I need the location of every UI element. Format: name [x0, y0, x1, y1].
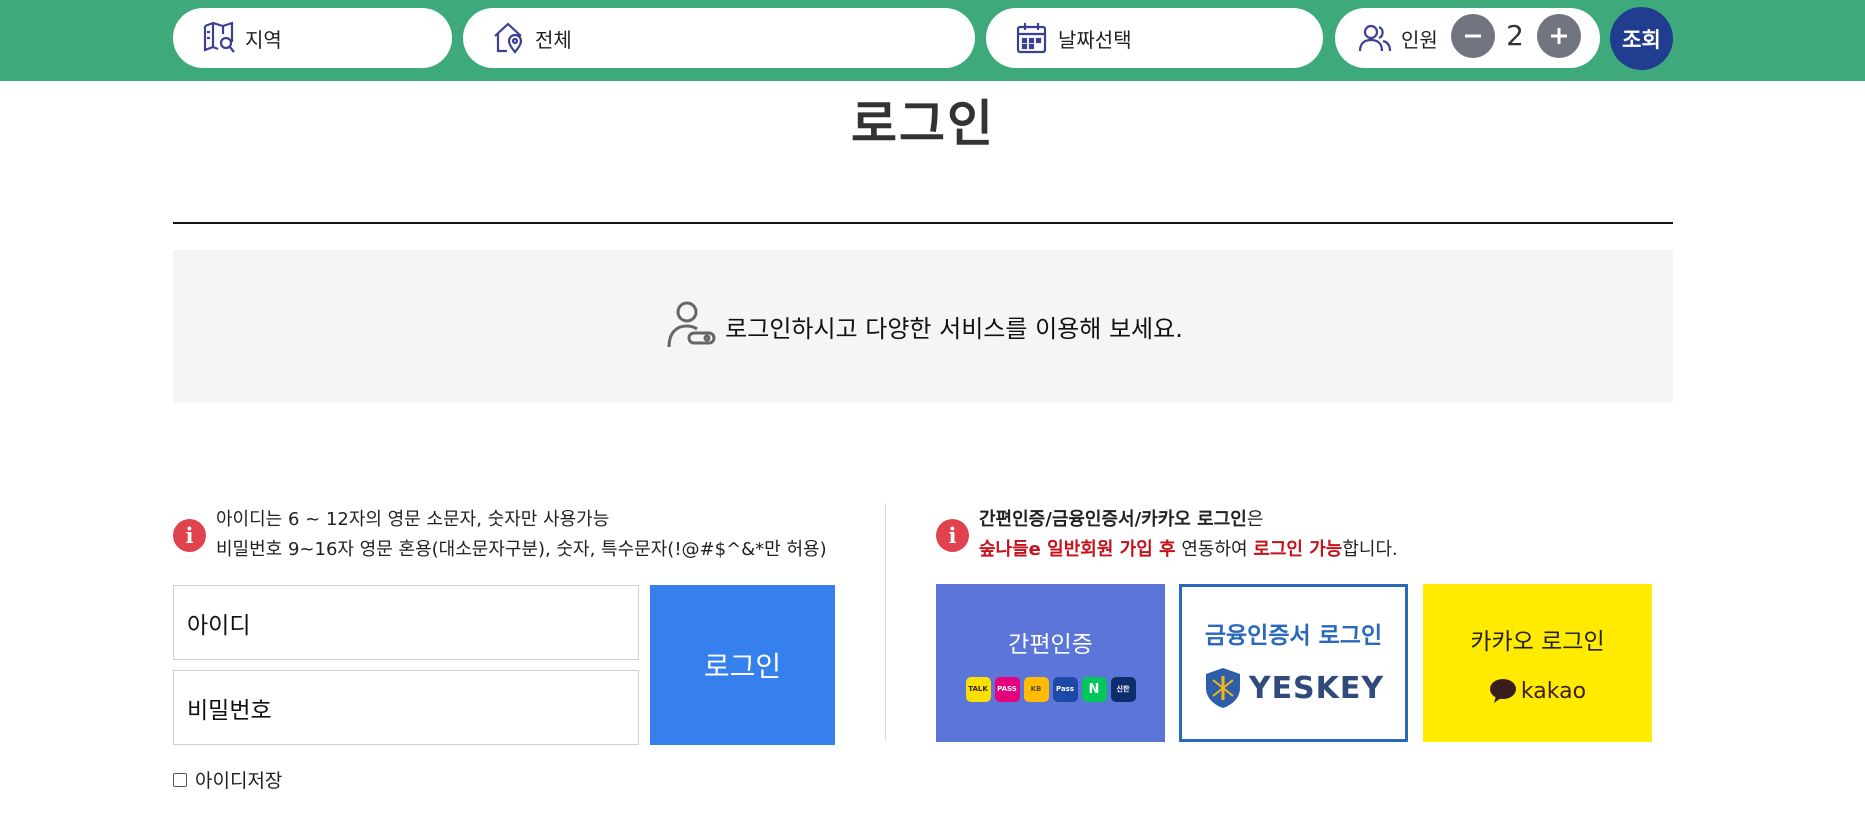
shinhan-logo-icon: 신한 — [1110, 676, 1136, 702]
decrease-people-button[interactable] — [1451, 14, 1495, 58]
search-bar: 지역 전체 날짜선택 인원 2 조회 — [0, 0, 1865, 81]
id-rules-notice: i 아이디는 6 ~ 12자의 영문 소문자, 숫자만 사용가능 비밀번호 9~… — [173, 505, 827, 565]
simple-auth-button[interactable]: 간편인증 TALK PASS KB Pass N 신한 — [936, 584, 1165, 742]
search-button[interactable]: 조회 — [1610, 7, 1673, 70]
alt-notice-login: 로그인 가능 — [1253, 539, 1343, 560]
kakao-login-label: 카카오 로그인 — [1470, 629, 1605, 655]
column-divider — [885, 503, 886, 741]
info-icon: i — [173, 519, 206, 552]
yeskey-shield-icon — [1205, 668, 1240, 708]
people-icon — [1355, 18, 1395, 58]
type-selector[interactable]: 전체 — [463, 8, 975, 68]
save-id-checkbox[interactable]: 아이디저장 — [173, 766, 282, 793]
alt-login-notice: i 간편인증/금융인증서/카카오 로그인은 숲나들e 일반회원 가입 후 연동하… — [936, 505, 1398, 565]
id-rule-text: 아이디는 6 ~ 12자의 영문 소문자, 숫자만 사용가능 — [216, 509, 610, 530]
kakao-speech-bubble-icon — [1489, 679, 1516, 703]
alt-notice-join: 숲나들e 일반회원 가입 후 — [979, 539, 1176, 560]
people-count: 2 — [1506, 19, 1524, 52]
financial-cert-login-button[interactable]: 금융인증서 로그인 YESKEY — [1179, 584, 1408, 742]
login-button[interactable]: 로그인 — [650, 585, 835, 745]
region-label: 지역 — [245, 27, 282, 52]
date-label: 날짜선택 — [1058, 27, 1132, 52]
banner-text: 로그인하시고 다양한 서비스를 이용해 보세요. — [725, 315, 1183, 343]
kakaotalk-logo-icon: TALK — [965, 676, 991, 702]
password-input[interactable]: 비밀번호 — [173, 670, 639, 745]
checkbox-box[interactable] — [173, 772, 187, 787]
alt-notice-suffix: 은 — [1246, 509, 1264, 530]
user-key-icon — [663, 297, 719, 357]
region-selector[interactable]: 지역 — [173, 8, 452, 68]
plus-icon — [1551, 28, 1567, 44]
simple-auth-label: 간편인증 — [1008, 631, 1093, 658]
kakao-login-button[interactable]: 카카오 로그인 kakao — [1423, 584, 1652, 742]
page-title: 로그인 — [851, 95, 995, 153]
password-rule-text: 비밀번호 9~16자 영문 혼용(대소문자구분), 숫자, 특수문자(!@#$^… — [216, 539, 827, 560]
kakao-logo: kakao — [1489, 678, 1586, 704]
title-divider — [173, 222, 1673, 224]
info-icon: i — [936, 519, 969, 552]
cert-login-label: 금융인증서 로그인 — [1204, 623, 1383, 649]
save-id-label: 아이디저장 — [195, 770, 283, 792]
date-selector[interactable]: 날짜선택 — [986, 8, 1323, 68]
map-icon — [199, 18, 239, 58]
type-label: 전체 — [535, 27, 572, 52]
increase-people-button[interactable] — [1537, 14, 1581, 58]
yeskey-wordmark: YESKEY — [1248, 670, 1385, 706]
alt-notice-end: 합니다. — [1342, 539, 1398, 560]
simple-auth-provider-logos: TALK PASS KB Pass N 신한 — [965, 676, 1136, 702]
login-info-banner: 로그인하시고 다양한 서비스를 이용해 보세요. — [173, 250, 1673, 403]
alt-notice-bold: 간편인증/금융인증서/카카오 로그인 — [979, 509, 1247, 530]
kb-logo-icon: KB — [1023, 676, 1049, 702]
kakao-wordmark: kakao — [1520, 678, 1587, 704]
alt-notice-mid: 연동하여 — [1175, 539, 1254, 560]
pass-logo-icon: PASS — [994, 676, 1020, 702]
calendar-icon — [1012, 18, 1052, 58]
naver-logo-icon: N — [1081, 676, 1107, 702]
people-label: 인원 — [1401, 27, 1438, 52]
id-input[interactable]: 아이디 — [173, 585, 639, 660]
home-pin-icon — [489, 18, 529, 58]
samsung-pass-logo-icon: Pass — [1052, 676, 1078, 702]
yeskey-logo: YESKEY — [1203, 666, 1384, 710]
minus-icon — [1465, 34, 1481, 38]
